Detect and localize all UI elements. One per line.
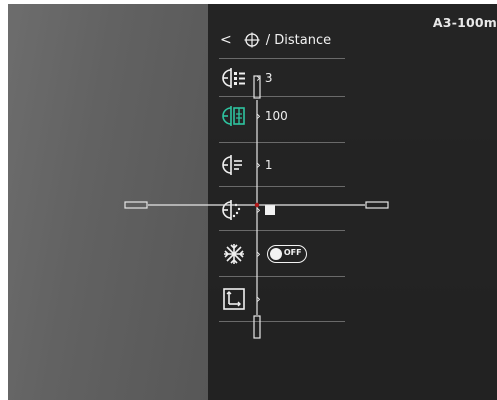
divider [219,96,345,97]
chevron-right-icon: › [256,203,261,217]
divider [219,230,345,231]
reticle-dots-icon [220,197,248,223]
reticle-square-indicator [264,205,275,215]
chevron-right-icon: › [256,247,261,261]
menu-item-value: 3 [264,71,273,85]
menu-item-reticle-type[interactable]: › [220,195,275,225]
divider [219,58,345,59]
divider [219,321,345,322]
menu-title: / Distance [265,32,332,48]
reticle-adjust-icon [220,152,248,178]
scene-left [8,4,208,400]
menu-item-reticle-style[interactable]: › 3 [220,63,272,93]
chevron-right-icon: › [256,109,261,123]
back-icon[interactable]: < [220,32,232,48]
crosshair-icon [244,32,260,48]
menu-item-value: 1 [264,158,273,172]
menu-header: < / Distance [220,29,331,51]
menu-item-step[interactable]: › 1 [220,150,272,180]
toggle-state: OFF [283,248,302,257]
menu-item-value: 100 [264,109,288,123]
zeroing-axis-icon [220,286,248,312]
reticle-distance-icon [220,103,248,129]
divider [219,276,345,277]
divider [219,186,345,187]
thermal-view: A3-100m < / Distance › 3 › 100 › 1 › › O… [8,4,497,400]
toggle-knob [269,248,282,260]
chevron-right-icon: › [256,158,261,172]
snowflake-icon [220,241,248,267]
menu-item-zero-distance[interactable]: › 100 [220,101,288,131]
chevron-right-icon: › [256,292,261,306]
reticle-list-icon [220,65,248,91]
menu-item-zeroing[interactable]: › [220,284,265,314]
divider [219,142,345,143]
profile-label: A3-100m [432,15,497,30]
menu-item-freeze[interactable]: › OFF [220,239,307,269]
freeze-toggle[interactable]: OFF [266,245,307,263]
chevron-right-icon: › [256,71,261,85]
